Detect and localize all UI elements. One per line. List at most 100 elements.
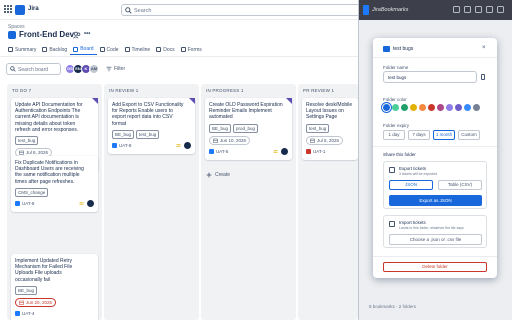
issue-label[interactable]: test_bug xyxy=(136,129,160,139)
issue-card[interactable]: Fix Duplicate Notifications in Dashboard… xyxy=(11,156,98,212)
priority-medium-icon xyxy=(176,144,181,147)
issue-label[interactable]: prod_bug xyxy=(233,123,259,133)
avatar[interactable]: AM xyxy=(89,64,99,74)
story-icon xyxy=(15,310,20,316)
global-search-placeholder: Search xyxy=(134,8,152,14)
export-button[interactable]: Export as JSON xyxy=(389,195,482,206)
filter-button[interactable]: Filter xyxy=(104,64,127,74)
expiry-custom[interactable]: Custom xyxy=(458,130,480,140)
issue-key[interactable]: UAT-4 xyxy=(22,311,34,316)
assignee-avatar[interactable] xyxy=(281,147,288,155)
color-swatch[interactable] xyxy=(464,104,471,111)
issue-key[interactable]: UAT-8 xyxy=(119,143,131,148)
issue-card[interactable]: Add Export to CSV Functionality for Repo… xyxy=(108,98,195,154)
board-column-todo: TO DO 7 Update API Documentation for Aut… xyxy=(7,84,102,320)
issue-card[interactable]: Implement Updated Retry Mechanism for Fa… xyxy=(11,254,98,320)
calendar-icon xyxy=(213,138,218,143)
card-title: Implement Updated Retry Mechanism for Fa… xyxy=(15,258,73,283)
issue-card[interactable]: Resolve desk/Mobile Layout Issues on Set… xyxy=(302,98,358,160)
column-header: IN PROGRESS 1 xyxy=(206,88,244,93)
due-date-badge: Jul 5, 2026 xyxy=(306,135,344,145)
add-bookmark-icon[interactable] xyxy=(453,6,460,13)
issue-label[interactable]: BE_bug xyxy=(209,123,232,133)
folder-settings-modal: test bugs × Folder name test bugs Folder… xyxy=(373,38,497,278)
close-button[interactable]: × xyxy=(482,45,486,51)
card-corner-marker xyxy=(189,98,195,104)
extension-toolbar xyxy=(453,6,504,13)
color-swatch[interactable] xyxy=(455,104,462,111)
folder-name-input[interactable]: test bugs xyxy=(383,71,477,83)
card-footer: UAT-4 xyxy=(15,310,94,318)
global-search-input[interactable]: Search xyxy=(121,4,361,16)
delete-folder-button[interactable]: Delete folder xyxy=(383,262,487,272)
expiry-7-days[interactable]: 7 days xyxy=(408,130,430,140)
tab-label: Code xyxy=(106,46,119,53)
expand-icon[interactable] xyxy=(486,6,493,13)
card-title: Update API Documentation for Authenticat… xyxy=(15,102,83,133)
tab-timeline[interactable]: Timeline xyxy=(122,44,154,55)
tab-label: Board xyxy=(80,46,94,52)
pin-icon[interactable] xyxy=(481,74,485,80)
create-label: Create xyxy=(215,172,231,178)
calendar-icon xyxy=(19,300,24,305)
app-name[interactable]: Jira xyxy=(28,6,39,12)
tab-backlog[interactable]: Backlog xyxy=(39,44,70,55)
issue-key[interactable]: UAT-9 xyxy=(22,201,34,206)
tab-docs[interactable]: Docs xyxy=(153,44,177,55)
color-swatch[interactable] xyxy=(419,104,426,111)
assignee-avatar[interactable] xyxy=(87,199,94,207)
tab-code[interactable]: Code xyxy=(97,44,122,55)
issue-label[interactable]: test_bug xyxy=(15,136,39,146)
choose-file-button[interactable]: Choose a .json or .csv file xyxy=(389,234,482,245)
board-search-input[interactable]: Search board xyxy=(6,63,61,75)
color-swatch[interactable] xyxy=(401,104,408,111)
color-swatch[interactable] xyxy=(428,104,435,111)
issue-label[interactable]: BE_bug xyxy=(112,129,135,139)
color-swatch[interactable] xyxy=(383,104,390,111)
expiry-1-month[interactable]: 1 month xyxy=(433,130,455,140)
issue-card[interactable]: Create OLD Password Expiration Reminder … xyxy=(205,98,292,160)
color-swatch[interactable] xyxy=(437,104,444,111)
share-section-title: Share this folder xyxy=(383,152,416,157)
card-title: Resolve desk/Mobile Layout Issues on Set… xyxy=(306,102,353,121)
close-panel-icon[interactable] xyxy=(497,6,504,13)
format-json-button[interactable]: JSON xyxy=(389,180,433,190)
issue-label[interactable]: CMS_change xyxy=(15,187,49,197)
issue-key[interactable]: UAT-1 xyxy=(313,149,325,154)
filter-label: Filter xyxy=(114,66,126,72)
due-date: Jul 8, 2026 xyxy=(26,150,49,156)
assignee-avatar[interactable] xyxy=(184,141,191,149)
create-issue-button[interactable]: Create xyxy=(206,172,230,178)
app-switcher-icon[interactable] xyxy=(3,4,13,14)
due-date-badge: Jun 10, 2026 xyxy=(209,135,251,145)
card-title: Add Export to CSV Functionality for Repo… xyxy=(112,102,184,127)
issue-key[interactable]: UAT-5 xyxy=(216,149,228,154)
project-icon xyxy=(8,31,16,39)
color-swatch[interactable] xyxy=(392,104,399,111)
folder-name-label: Folder name xyxy=(383,65,409,70)
tab-summary[interactable]: Summary xyxy=(5,44,39,55)
color-swatch[interactable] xyxy=(473,104,480,111)
tab-board[interactable]: Board xyxy=(70,44,97,55)
project-more-button[interactable]: ••• xyxy=(84,31,90,37)
tab-forms[interactable]: Forms xyxy=(178,44,205,55)
import-box: Import tickets Lands in this folder, wha… xyxy=(383,215,487,248)
summary-icon xyxy=(8,47,13,52)
issue-label[interactable]: test_bug xyxy=(306,123,330,133)
color-swatch[interactable] xyxy=(410,104,417,111)
card-title: Fix Duplicate Notifications in Dashboard… xyxy=(15,160,84,185)
column-header: PR REVIEW 1 xyxy=(303,88,335,93)
docs-icon xyxy=(156,47,162,52)
search-icon xyxy=(125,7,132,14)
color-swatch[interactable] xyxy=(446,104,453,111)
export-title: Export tickets xyxy=(399,166,427,171)
jira-logo-icon[interactable] xyxy=(15,5,25,15)
format-csv-button[interactable]: Table (CSV) xyxy=(438,180,482,190)
refresh-icon[interactable] xyxy=(464,6,471,13)
board-column-in-progress: IN PROGRESS 1 Create OLD Password Expira… xyxy=(201,84,296,320)
team-icon[interactable] xyxy=(73,31,81,39)
settings-icon[interactable] xyxy=(475,6,482,13)
board-column-in-review: IN REVIEW 1 Add Export to CSV Functional… xyxy=(104,84,199,320)
issue-label[interactable]: BE_bug xyxy=(15,285,38,295)
expiry-1-day[interactable]: 1 day xyxy=(383,130,405,140)
